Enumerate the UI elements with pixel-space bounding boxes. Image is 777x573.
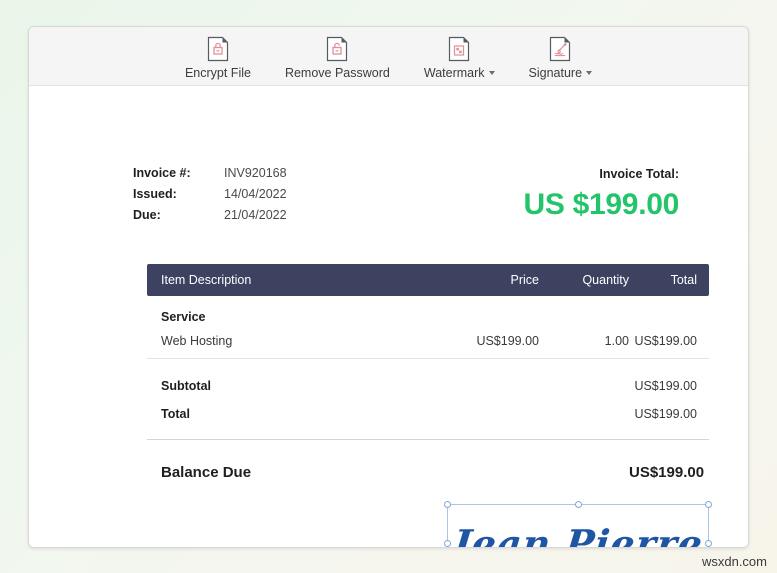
column-header-description: Item Description xyxy=(161,273,252,287)
pdf-editor-card: Encrypt File Remove Password Watermark S… xyxy=(28,26,749,548)
toolbar: Encrypt File Remove Password Watermark S… xyxy=(29,27,748,86)
remove-password-label: Remove Password xyxy=(284,66,390,80)
balance-due-value: US$199.00 xyxy=(629,463,705,481)
subtotal-row: Subtotal US$199.00 xyxy=(147,372,709,400)
subtotal-label: Subtotal xyxy=(161,379,211,393)
row-total: US$199.00 xyxy=(634,334,697,348)
remove-password-button[interactable]: Remove Password xyxy=(281,34,394,80)
due-date-label: Due: xyxy=(133,208,161,222)
resize-handle-middle-right[interactable] xyxy=(705,539,712,547)
chevron-down-icon xyxy=(586,71,593,75)
chevron-down-icon xyxy=(488,71,495,75)
column-header-quantity: Quantity xyxy=(582,273,629,287)
invoice-meta-list: Invoice #: INV920168 Issued: 14/04/2022 … xyxy=(133,166,287,222)
document-lock-icon xyxy=(207,36,229,62)
resize-handle-top-center[interactable] xyxy=(574,501,582,508)
invoice-header: Invoice #: INV920168 Issued: 14/04/2022 … xyxy=(133,166,679,224)
signature-button[interactable]: Signature xyxy=(525,34,597,80)
total-value: US$199.00 xyxy=(634,407,697,421)
column-header-total: Total xyxy=(670,273,697,287)
resize-handle-top-right[interactable] xyxy=(705,501,712,508)
watermark-button[interactable]: Watermark xyxy=(420,34,499,80)
document-signature-icon xyxy=(550,36,571,62)
item-group-title: Service xyxy=(161,310,206,324)
subtotal-value: US$199.00 xyxy=(634,379,697,393)
total-row: Total US$199.00 xyxy=(147,400,709,428)
issued-date-label: Issued: xyxy=(133,187,177,201)
signature-label-text: Signature xyxy=(528,66,583,80)
total-label: Total xyxy=(161,407,190,421)
resize-handle-middle-left[interactable] xyxy=(444,539,451,547)
signature-label: Signature xyxy=(529,66,593,80)
due-date-value: 21/04/2022 xyxy=(224,208,287,222)
invoice-number-value: INV920168 xyxy=(224,166,287,180)
row-description: Web Hosting xyxy=(161,334,233,348)
invoice-total-amount: US $199.00 xyxy=(523,188,680,221)
column-header-price: Price xyxy=(510,273,539,287)
encrypt-file-label: Encrypt File xyxy=(184,66,251,80)
balance-due-label: Balance Due xyxy=(161,463,252,481)
table-row: Web Hosting US$199.00 1.00 US$199.00 xyxy=(147,324,709,359)
document-watermark-icon xyxy=(449,36,470,62)
resize-handle-top-left[interactable] xyxy=(444,501,451,508)
line-items-table: Item Description Price Quantity Total Se… xyxy=(147,264,709,488)
invoice-document: Invoice #: INV920168 Issued: 14/04/2022 … xyxy=(29,86,748,547)
issued-date-value: 14/04/2022 xyxy=(224,187,287,201)
site-watermark: wsxdn.com xyxy=(701,554,767,569)
invoice-total-block: Invoice Total: US $199.00 xyxy=(523,166,680,224)
signature-object[interactable]: Jean Pierre xyxy=(444,501,712,548)
watermark-label: Watermark xyxy=(424,66,495,80)
encrypt-file-button[interactable]: Encrypt File xyxy=(181,34,255,80)
table-header-row: Item Description Price Quantity Total xyxy=(147,264,709,296)
watermark-label-text: Watermark xyxy=(423,66,485,80)
summary-divider xyxy=(147,439,709,440)
row-price: US$199.00 xyxy=(476,334,539,348)
document-unlock-icon xyxy=(327,36,348,62)
row-quantity: 1.00 xyxy=(604,334,629,348)
signature-text: Jean Pierre xyxy=(450,520,706,548)
balance-due-row: Balance Due US$199.00 xyxy=(147,456,709,488)
invoice-number-label: Invoice #: xyxy=(133,166,191,180)
invoice-total-label: Invoice Total: xyxy=(599,167,679,181)
